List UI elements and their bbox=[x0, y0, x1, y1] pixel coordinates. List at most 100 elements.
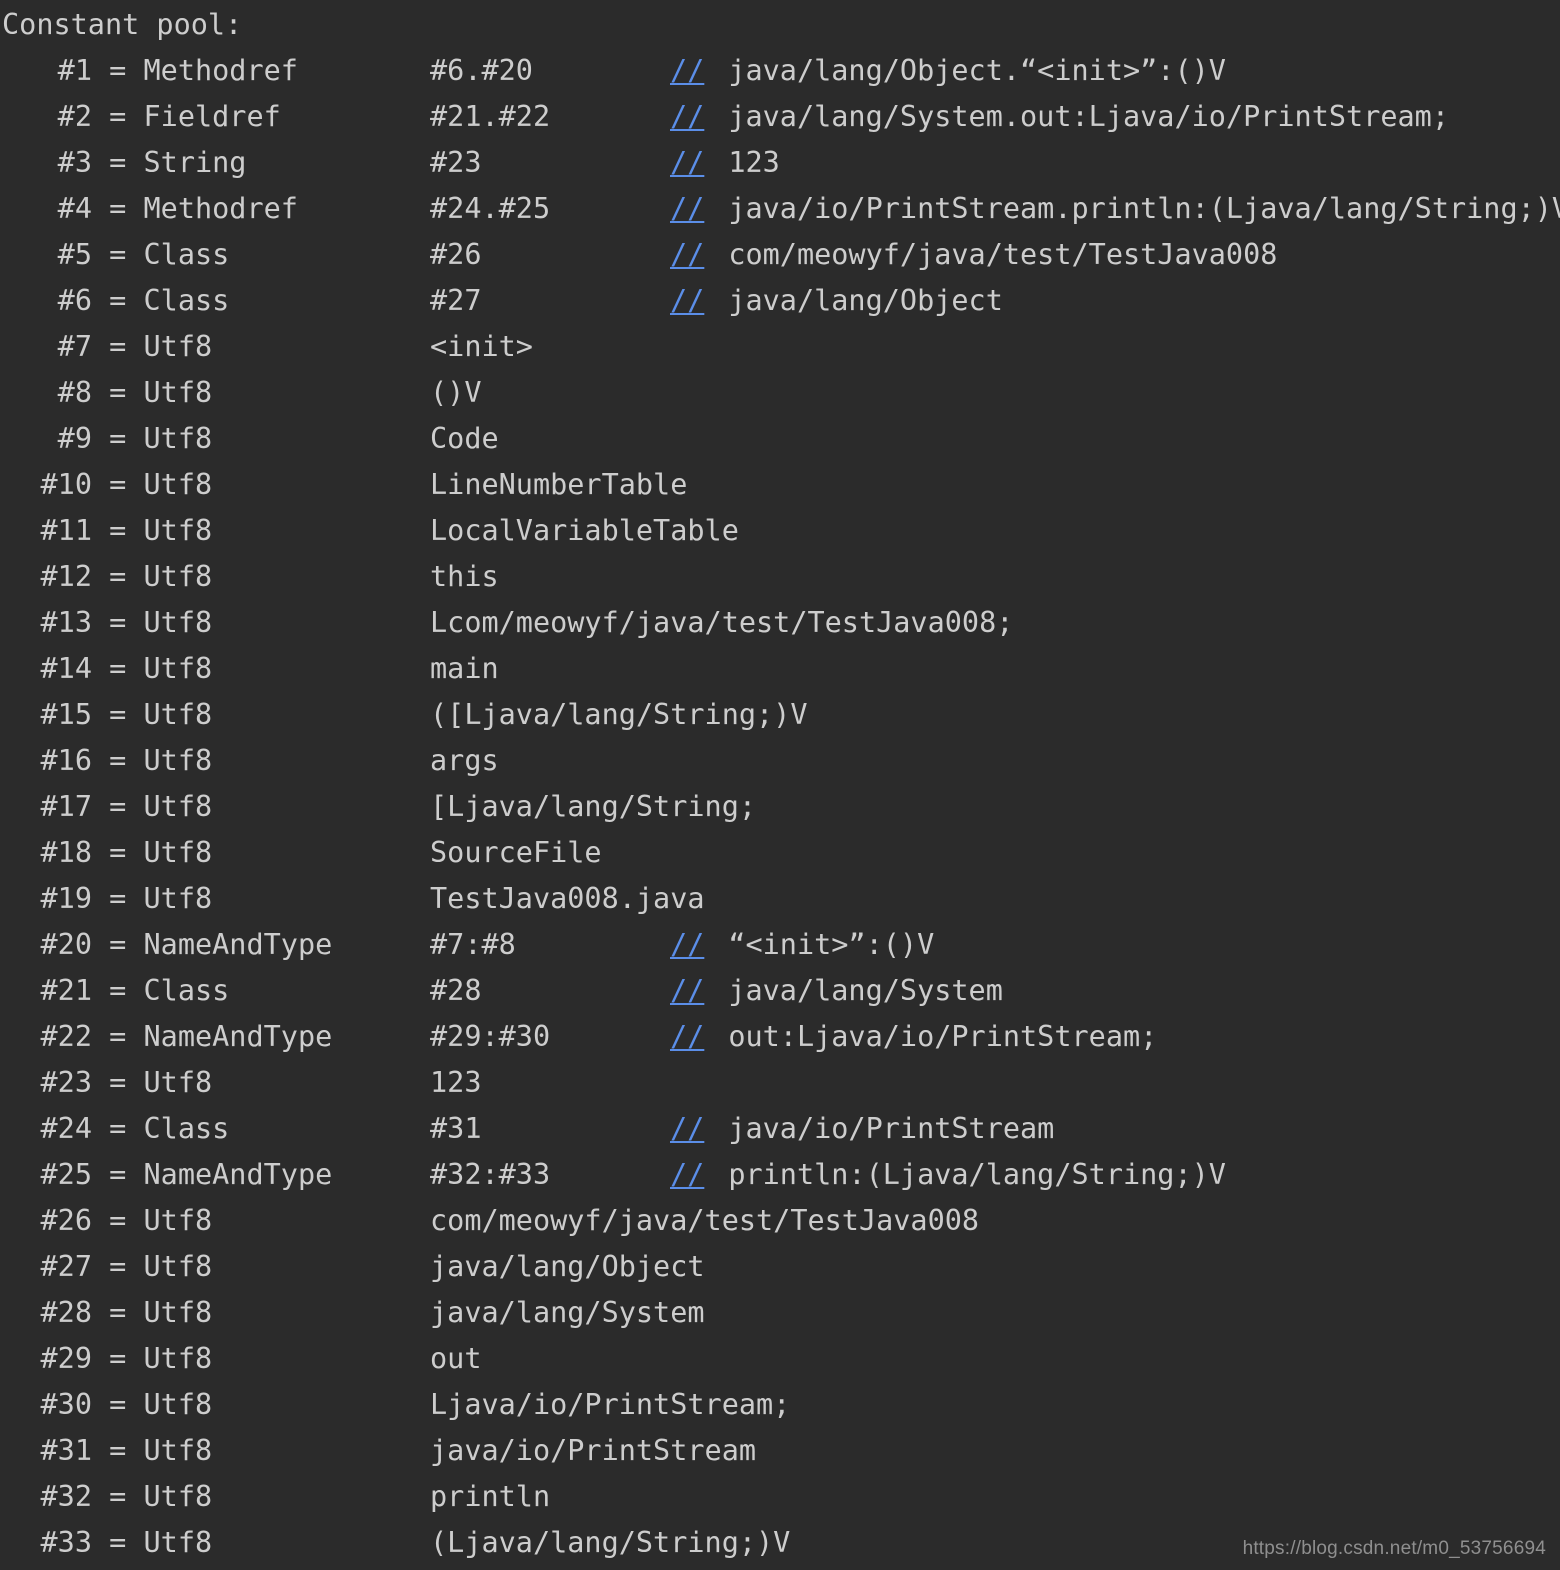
equals-sign: = bbox=[109, 422, 127, 455]
constant-pool-row: #10 = Utf8 LineNumberTable bbox=[0, 462, 1560, 508]
constant-pool-tag: Utf8 bbox=[143, 330, 213, 363]
constant-pool-index: #33 bbox=[40, 1526, 92, 1559]
comment-slashes-icon: // bbox=[670, 238, 705, 271]
constant-pool-row: #4 = Methodref #24.#25//java/io/PrintStre… bbox=[0, 186, 1560, 232]
constant-pool-row: #15 = Utf8 ([Ljava/lang/String;)V bbox=[0, 692, 1560, 738]
constant-pool-value: #31 bbox=[430, 1112, 482, 1145]
constant-pool-entry: #9 = Utf8 bbox=[0, 416, 430, 462]
constant-pool-tag: Methodref bbox=[143, 192, 298, 225]
constant-pool-index: #23 bbox=[40, 1066, 92, 1099]
comment-text: java/io/PrintStream bbox=[728, 1112, 1055, 1145]
constant-pool-value: main bbox=[430, 652, 499, 685]
equals-sign: = bbox=[109, 54, 127, 87]
constant-pool-index: #16 bbox=[40, 744, 92, 777]
constant-pool-entry: #12 = Utf8 bbox=[0, 554, 430, 600]
constant-pool-entry: #22 = NameAndType bbox=[0, 1014, 430, 1060]
comment-slashes-icon: // bbox=[670, 192, 705, 225]
constant-pool-entry: #25 = NameAndType bbox=[0, 1152, 430, 1198]
constant-pool-comment: // java/lang/Object bbox=[670, 278, 1560, 324]
constant-pool-value: #24.#25 bbox=[430, 192, 551, 225]
constant-pool-entry: #18 = Utf8 bbox=[0, 830, 430, 876]
constant-pool-entry: #14 = Utf8 bbox=[0, 646, 430, 692]
constant-pool-entry: #5 = Class bbox=[0, 232, 430, 278]
constant-pool-index: #9 bbox=[57, 422, 92, 455]
constant-pool-entry: #21 = Class bbox=[0, 968, 430, 1014]
constant-pool-index: #24 bbox=[40, 1112, 92, 1145]
constant-pool-index: #4 bbox=[57, 192, 92, 225]
constant-pool-value: com/meowyf/java/test/TestJava008 bbox=[430, 1204, 980, 1237]
constant-pool-tag: Utf8 bbox=[143, 1526, 213, 1559]
constant-pool-row: #13 = Utf8 Lcom/meowyf/java/test/TestJava… bbox=[0, 600, 1560, 646]
comment-slashes-icon: // bbox=[670, 100, 705, 133]
constant-pool-tag: Utf8 bbox=[143, 836, 213, 869]
constant-pool-index: #20 bbox=[40, 928, 92, 961]
constant-pool-index: #8 bbox=[57, 376, 92, 409]
constant-pool-value: args bbox=[430, 744, 499, 777]
constant-pool-entry: #6 = Class bbox=[0, 278, 430, 324]
constant-pool-row: #17 = Utf8 [Ljava/lang/String; bbox=[0, 784, 1560, 830]
comment-slashes-icon: // bbox=[670, 54, 705, 87]
constant-pool-index: #14 bbox=[40, 652, 92, 685]
equals-sign: = bbox=[109, 1204, 127, 1237]
comment-slashes-icon: // bbox=[670, 284, 705, 317]
equals-sign: = bbox=[109, 560, 127, 593]
constant-pool-row: #23 = Utf8 123 bbox=[0, 1060, 1560, 1106]
constant-pool-comment: // java/io/PrintStream bbox=[670, 1106, 1560, 1152]
constant-pool-index: #5 bbox=[57, 238, 92, 271]
constant-pool-tag: Class bbox=[143, 238, 230, 271]
constant-pool-entry: #11 = Utf8 bbox=[0, 508, 430, 554]
equals-sign: = bbox=[109, 1250, 127, 1283]
constant-pool-tag: Fieldref bbox=[143, 100, 281, 133]
constant-pool-list: #1 = Methodref #6.#20//java/lang/Object.“… bbox=[0, 48, 1560, 1566]
constant-pool-index: #32 bbox=[40, 1480, 92, 1513]
constant-pool-value: #32:#33 bbox=[430, 1158, 551, 1191]
constant-pool-entry: #1 = Methodref bbox=[0, 48, 430, 94]
constant-pool-tag: Utf8 bbox=[143, 376, 213, 409]
constant-pool-index: #10 bbox=[40, 468, 92, 501]
comment-slashes-icon: // bbox=[670, 146, 705, 179]
constant-pool-tag: Methodref bbox=[143, 54, 298, 87]
constant-pool-row: #12 = Utf8 this bbox=[0, 554, 1560, 600]
constant-pool-tag: NameAndType bbox=[143, 1158, 333, 1191]
equals-sign: = bbox=[109, 238, 127, 271]
constant-pool-tag: Utf8 bbox=[143, 1066, 213, 1099]
constant-pool-row: #1 = Methodref #6.#20//java/lang/Object.“… bbox=[0, 48, 1560, 94]
constant-pool-value: Ljava/io/PrintStream; bbox=[430, 1388, 791, 1421]
constant-pool-value: #26 bbox=[430, 238, 482, 271]
constant-pool-entry: #13 = Utf8 bbox=[0, 600, 430, 646]
constant-pool-index: #15 bbox=[40, 698, 92, 731]
constant-pool-value: LineNumberTable bbox=[430, 468, 688, 501]
constant-pool-row: #22 = NameAndType #29:#30//out:Ljava/io/P… bbox=[0, 1014, 1560, 1060]
constant-pool-value: 123 bbox=[430, 1066, 482, 1099]
constant-pool-row: #6 = Class #27//java/lang/Object bbox=[0, 278, 1560, 324]
constant-pool-row: #14 = Utf8 main bbox=[0, 646, 1560, 692]
constant-pool-row: #8 = Utf8 ()V bbox=[0, 370, 1560, 416]
equals-sign: = bbox=[109, 836, 127, 869]
equals-sign: = bbox=[109, 1480, 127, 1513]
comment-text: com/meowyf/java/test/TestJava008 bbox=[728, 238, 1278, 271]
constant-pool-value: Lcom/meowyf/java/test/TestJava008; bbox=[430, 606, 1014, 639]
constant-pool-value: #6.#20 bbox=[430, 54, 533, 87]
constant-pool-tag: NameAndType bbox=[143, 928, 333, 961]
equals-sign: = bbox=[109, 1112, 127, 1145]
constant-pool-entry: #23 = Utf8 bbox=[0, 1060, 430, 1106]
equals-sign: = bbox=[109, 1526, 127, 1559]
constant-pool-index: #21 bbox=[40, 974, 92, 1007]
constant-pool-entry: #32 = Utf8 bbox=[0, 1474, 430, 1520]
constant-pool-index: #25 bbox=[40, 1158, 92, 1191]
javap-constant-pool-output: Constant pool: #1 = Methodref #6.#20//jav… bbox=[0, 0, 1560, 1570]
constant-pool-tag: Utf8 bbox=[143, 422, 213, 455]
constant-pool-value: this bbox=[430, 560, 499, 593]
constant-pool-value: java/lang/Object bbox=[430, 1250, 705, 1283]
constant-pool-index: #26 bbox=[40, 1204, 92, 1237]
constant-pool-row: #20 = NameAndType #7:#8//“<init>”:()V bbox=[0, 922, 1560, 968]
constant-pool-row: #25 = NameAndType #32:#33//println:(Ljava… bbox=[0, 1152, 1560, 1198]
constant-pool-value: SourceFile bbox=[430, 836, 602, 869]
equals-sign: = bbox=[109, 882, 127, 915]
watermark-url: https://blog.csdn.net/m0_53756694 bbox=[1242, 1538, 1546, 1559]
constant-pool-entry: #31 = Utf8 bbox=[0, 1428, 430, 1474]
constant-pool-tag: Utf8 bbox=[143, 1250, 213, 1283]
constant-pool-tag: Utf8 bbox=[143, 514, 213, 547]
comment-slashes-icon: // bbox=[670, 1020, 705, 1053]
comment-text: java/lang/System.out:Ljava/io/PrintStrea… bbox=[728, 100, 1449, 133]
